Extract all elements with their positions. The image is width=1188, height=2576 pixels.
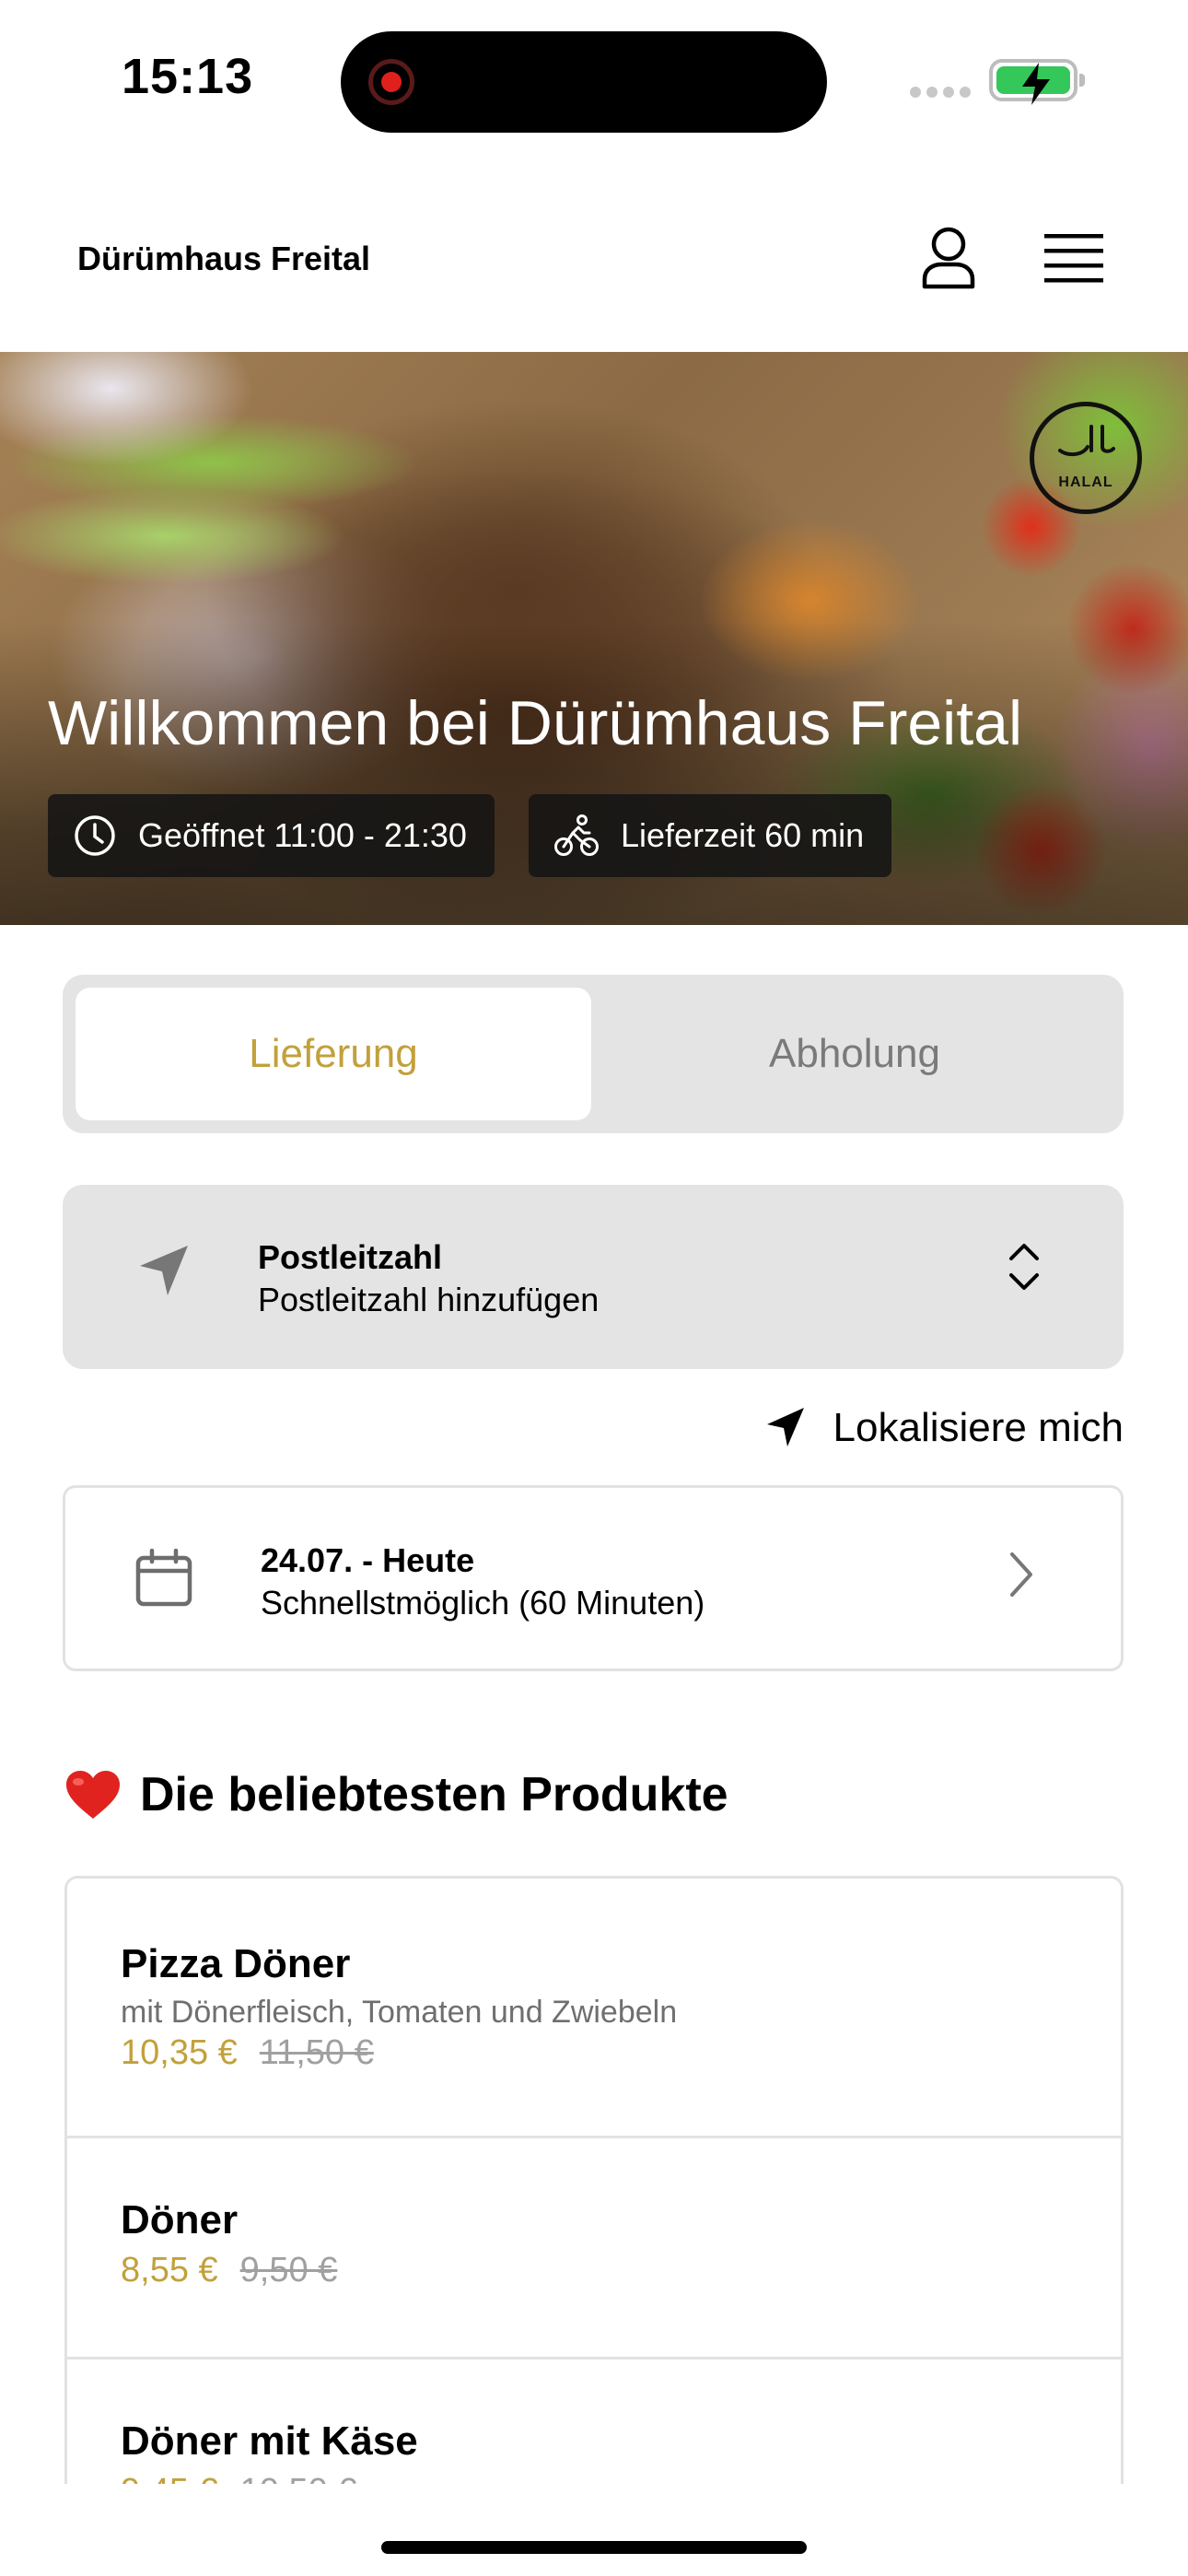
product-description: mit Dönerfleisch, Tomaten und Zwiebeln — [121, 1995, 678, 2030]
restaurant-name: Dürümhaus Freital — [77, 240, 371, 277]
location-arrow-icon — [140, 1246, 188, 1295]
product-price: 8,55 € — [121, 2251, 218, 2289]
battery-charging-icon — [989, 59, 1085, 105]
bicycle-courier-icon — [554, 814, 599, 856]
postcode-label: Postleitzahl — [258, 1238, 443, 1276]
delivery-date-selector[interactable]: 24.07. - Heute Schnellstmöglich (60 Minu… — [63, 1485, 1124, 1671]
order-mode-switch: Lieferung Abholung — [63, 975, 1124, 1133]
popular-products-heading: Die beliebtesten Produkte — [64, 1767, 728, 1822]
locate-me-label: Lokalisiere mich — [833, 1405, 1124, 1450]
product-price: 10,35 € — [121, 2033, 238, 2072]
postcode-selector[interactable]: Postleitzahl Postleitzahl hinzufügen — [63, 1185, 1124, 1369]
chevron-right-icon — [1010, 1552, 1032, 1597]
opening-hours-chip: Geöffnet 11:00 - 21:30 — [48, 794, 495, 877]
recording-indicator-icon — [368, 59, 414, 105]
status-time: 15:13 — [122, 49, 254, 104]
dynamic-island — [341, 31, 827, 133]
chevron-up-down-icon — [1009, 1244, 1039, 1290]
product-price: 9,45 € — [121, 2472, 218, 2484]
user-icon — [922, 227, 975, 289]
product-old-price: 10,50 € — [240, 2472, 357, 2484]
halal-badge: HALAL — [1030, 402, 1142, 514]
account-button[interactable] — [912, 221, 985, 295]
product-price-row: 10,35 € 11,50 € — [121, 2033, 374, 2073]
product-name: Döner mit Käse — [121, 2418, 418, 2464]
opening-hours-text: Geöffnet 11:00 - 21:30 — [138, 816, 467, 854]
product-list: Pizza Döner mit Dönerfleisch, Tomaten un… — [64, 1876, 1124, 2484]
product-card[interactable]: Pizza Döner mit Dönerfleisch, Tomaten un… — [67, 1879, 1121, 2138]
hamburger-menu-icon — [1044, 234, 1103, 283]
home-indicator[interactable] — [381, 2541, 807, 2554]
product-card[interactable]: Döner mit Käse 9,45 € 10,50 € — [67, 2359, 1121, 2484]
postcode-value: Postleitzahl hinzufügen — [258, 1281, 600, 1318]
calendar-icon — [135, 1549, 192, 1607]
product-name: Döner — [121, 2197, 239, 2242]
app-header: Dürümhaus Freital — [0, 166, 1188, 352]
cellular-signal-icon — [910, 87, 974, 98]
date-title: 24.07. - Heute — [261, 1541, 475, 1579]
tab-pickup[interactable]: Abholung — [597, 988, 1112, 1120]
welcome-title: Willkommen bei Dürümhaus Freital — [48, 688, 1023, 758]
clock-icon — [75, 815, 115, 856]
date-subtitle: Schnellstmöglich (60 Minuten) — [261, 1584, 705, 1622]
halal-badge-text: HALAL — [1058, 474, 1113, 490]
product-old-price: 11,50 € — [259, 2033, 374, 2072]
product-price-row: 9,45 € 10,50 € — [121, 2472, 356, 2484]
product-card[interactable]: Döner 8,55 € 9,50 € — [67, 2138, 1121, 2359]
popular-products-title: Die beliebtesten Produkte — [140, 1768, 728, 1821]
product-price-row: 8,55 € 9,50 € — [121, 2251, 337, 2290]
hero-banner: HALAL Willkommen bei Dürümhaus Freital G… — [0, 352, 1188, 925]
tab-delivery[interactable]: Lieferung — [76, 988, 591, 1120]
halal-logo-icon — [1058, 425, 1115, 457]
menu-button[interactable] — [1037, 221, 1111, 295]
product-old-price: 9,50 € — [239, 2251, 338, 2289]
delivery-time-chip: Lieferzeit 60 min — [529, 794, 892, 877]
product-name: Pizza Döner — [121, 1941, 351, 1986]
status-bar: 15:13 — [0, 0, 1188, 166]
locate-me-button[interactable]: Lokalisiere mich — [765, 1399, 1124, 1458]
heart-icon — [66, 1771, 120, 1819]
location-arrow-icon — [766, 1408, 804, 1446]
delivery-time-text: Lieferzeit 60 min — [621, 816, 865, 854]
